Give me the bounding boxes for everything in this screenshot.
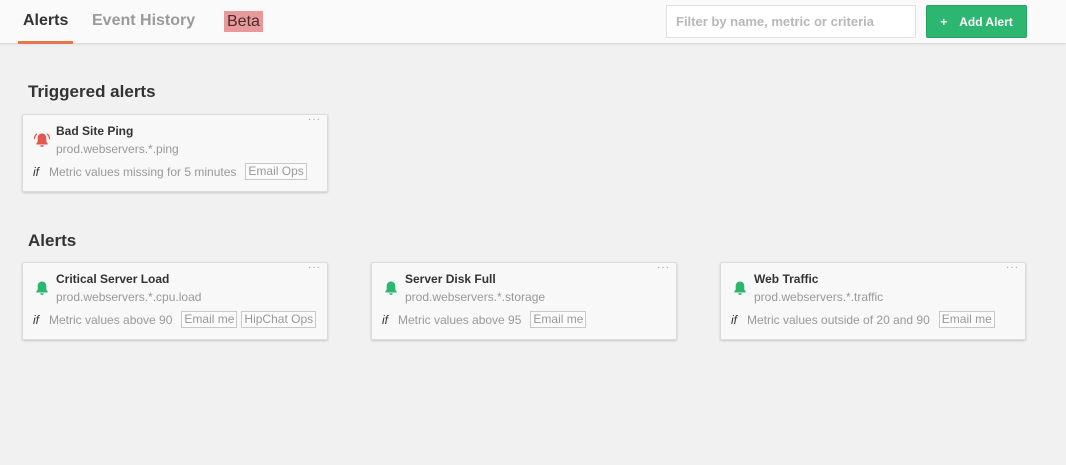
notification-tag[interactable]: HipChat Ops	[241, 311, 317, 328]
alert-name: Bad Site Ping	[56, 124, 134, 138]
alert-card[interactable]: ··· Critical Server Load prod.webservers…	[22, 262, 328, 340]
if-keyword: if	[382, 312, 388, 327]
notification-tag[interactable]: Email me	[530, 311, 587, 328]
alert-condition: Metric values above 95	[398, 312, 522, 327]
alert-condition-row: if Metric values missing for 5 minutes E…	[33, 163, 307, 180]
alert-metric-path: prod.webservers.*.storage	[405, 290, 546, 304]
add-alert-label: Add Alert	[959, 14, 1013, 29]
alert-condition: Metric values above 90	[49, 312, 173, 327]
alert-name: Critical Server Load	[56, 272, 170, 286]
top-nav-bar: Alerts Event History Beta + Add Alert	[0, 0, 1066, 44]
alert-condition-row: if Metric values above 90 Email me HipCh…	[33, 311, 317, 328]
alert-condition: Metric values outside of 20 and 90	[747, 312, 930, 327]
alert-metric-path: prod.webservers.*.traffic	[754, 290, 884, 304]
alerts-heading: Alerts	[28, 231, 77, 250]
add-alert-button[interactable]: + Add Alert	[926, 5, 1027, 38]
alert-condition: Metric values missing for 5 minutes	[49, 164, 237, 179]
card-menu-icon[interactable]: ···	[308, 263, 321, 273]
if-keyword: if	[731, 312, 737, 327]
bell-icon	[734, 281, 746, 295]
alert-name: Web Traffic	[754, 272, 819, 286]
alert-name: Server Disk Full	[405, 272, 496, 286]
notification-tag[interactable]: Email me	[181, 311, 238, 328]
bell-icon	[36, 281, 48, 295]
bell-icon	[385, 281, 397, 295]
card-menu-icon[interactable]: ···	[1006, 263, 1019, 273]
if-keyword: if	[33, 164, 39, 179]
active-tab-indicator	[18, 41, 73, 44]
ringing-bell-icon	[33, 133, 51, 147]
plus-icon: +	[940, 14, 948, 29]
tab-event-history[interactable]: Event History	[92, 12, 195, 30]
notification-tag[interactable]: Email Ops	[245, 163, 307, 180]
triggered-alerts-heading: Triggered alerts	[28, 82, 156, 101]
card-menu-icon[interactable]: ···	[657, 263, 670, 273]
alert-card[interactable]: ··· Server Disk Full prod.webservers.*.s…	[371, 262, 677, 340]
alert-metric-path: prod.webservers.*.ping	[56, 142, 179, 156]
beta-badge: Beta	[224, 11, 263, 32]
alert-card[interactable]: ··· Bad Site Ping prod.webservers.*.ping…	[22, 114, 328, 192]
alert-card[interactable]: ··· Web Traffic prod.webservers.*.traffi…	[720, 262, 1026, 340]
if-keyword: if	[33, 312, 39, 327]
alert-condition-row: if Metric values above 95 Email me	[382, 311, 587, 328]
filter-input[interactable]	[666, 5, 916, 38]
notification-tag[interactable]: Email me	[938, 311, 995, 328]
alert-metric-path: prod.webservers.*.cpu.load	[56, 290, 202, 304]
tab-alerts[interactable]: Alerts	[23, 12, 68, 30]
card-menu-icon[interactable]: ···	[308, 115, 321, 125]
alert-condition-row: if Metric values outside of 20 and 90 Em…	[731, 311, 995, 328]
